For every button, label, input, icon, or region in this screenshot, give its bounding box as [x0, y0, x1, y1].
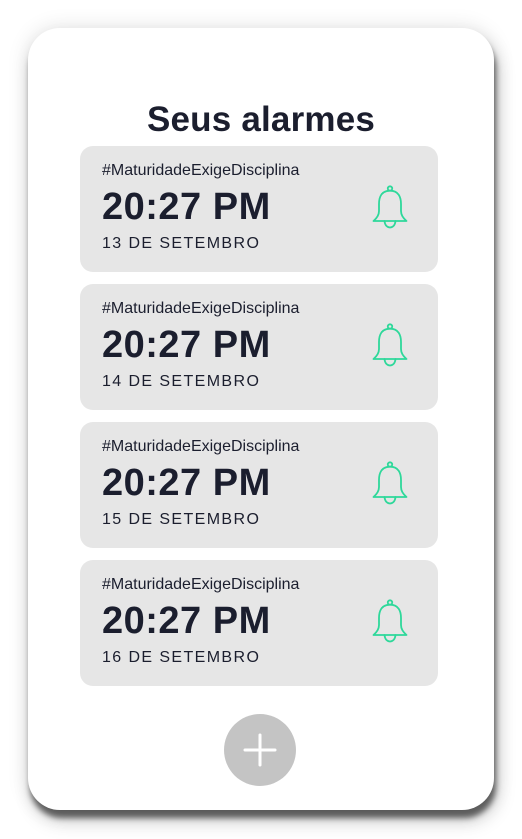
alarm-date: 14 DE SETEMBRO: [102, 373, 261, 390]
alarm-time: 20:27 PM: [102, 324, 271, 366]
alarm-tag: #MaturidadeExigeDisciplina: [102, 576, 300, 593]
alarm-item[interactable]: #MaturidadeExigeDisciplina 20:27 PM 13 D…: [80, 146, 438, 272]
add-alarm-button[interactable]: [224, 714, 296, 786]
alarm-time: 20:27 PM: [102, 186, 271, 228]
alarm-date: 16 DE SETEMBRO: [102, 649, 261, 666]
alarm-time: 20:27 PM: [102, 600, 271, 642]
bell-icon[interactable]: [370, 322, 410, 370]
bell-icon[interactable]: [370, 460, 410, 508]
alarm-tag: #MaturidadeExigeDisciplina: [102, 162, 300, 179]
page-title: Seus alarmes: [146, 100, 376, 139]
alarm-item[interactable]: #MaturidadeExigeDisciplina 20:27 PM 15 D…: [80, 422, 438, 548]
alarms-panel: Seus alarmes #MaturidadeExigeDisciplina …: [28, 28, 494, 810]
alarm-item[interactable]: #MaturidadeExigeDisciplina 20:27 PM 14 D…: [80, 284, 438, 410]
alarm-item[interactable]: #MaturidadeExigeDisciplina 20:27 PM 16 D…: [80, 560, 438, 686]
bell-icon[interactable]: [370, 184, 410, 232]
alarm-tag: #MaturidadeExigeDisciplina: [102, 438, 300, 455]
alarm-date: 15 DE SETEMBRO: [102, 511, 261, 528]
alarm-tag: #MaturidadeExigeDisciplina: [102, 300, 300, 317]
alarm-time: 20:27 PM: [102, 462, 271, 504]
alarm-list: #MaturidadeExigeDisciplina 20:27 PM 13 D…: [80, 146, 438, 698]
alarm-date: 13 DE SETEMBRO: [102, 235, 261, 252]
bell-icon[interactable]: [370, 598, 410, 646]
